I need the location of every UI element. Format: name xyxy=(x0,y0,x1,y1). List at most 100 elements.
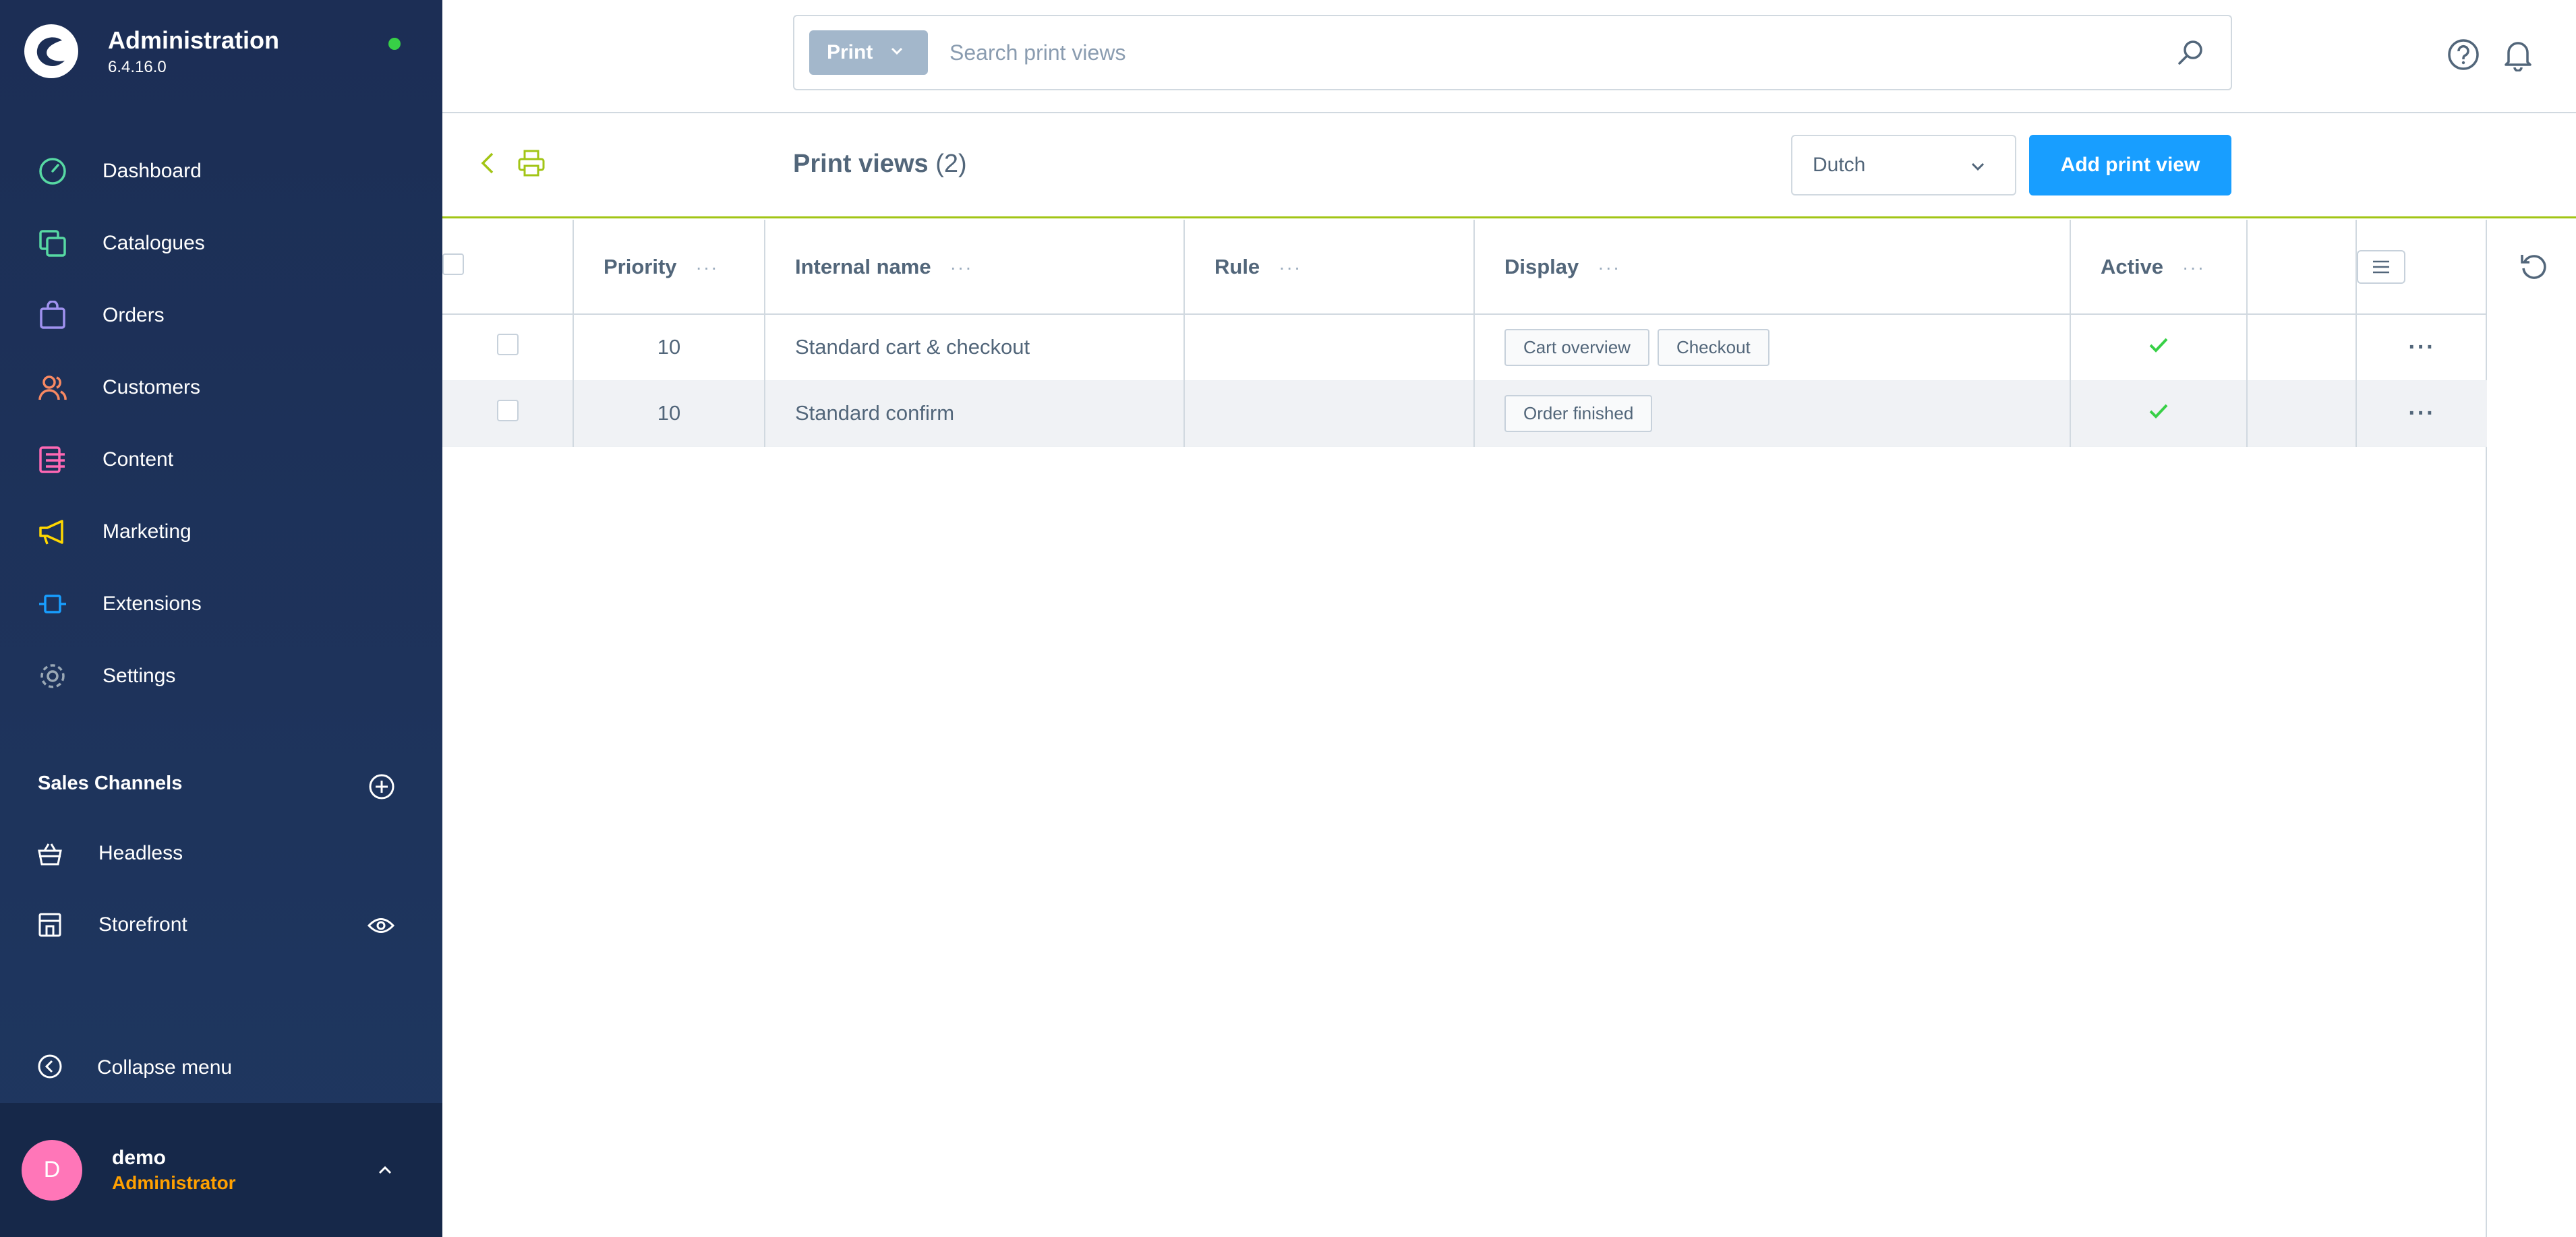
reset-icon[interactable] xyxy=(2518,251,2549,282)
sidebar-item-settings[interactable]: Settings xyxy=(0,640,442,712)
display-tag: Checkout xyxy=(1657,328,1769,366)
active-cell xyxy=(2070,314,2248,381)
column-header-internal-name[interactable]: Internal name ··· xyxy=(765,220,1185,315)
column-label: Priority xyxy=(604,254,677,278)
priority-cell: 10 xyxy=(573,314,765,381)
row-select-cell xyxy=(442,314,574,381)
column-header-active[interactable]: Active ··· xyxy=(2070,220,2248,315)
row-actions-cell: ··· xyxy=(2356,380,2487,447)
brand: Administration 6.4.16.0 xyxy=(24,24,279,78)
catalogue-icon xyxy=(36,227,69,260)
collapse-menu-label: Collapse menu xyxy=(97,1056,233,1079)
sidebar-item-label: Settings xyxy=(103,664,176,687)
language-select-value: Dutch xyxy=(1813,154,1866,176)
select-all-checkbox[interactable] xyxy=(442,253,464,275)
sidebar-item-content[interactable]: Content xyxy=(0,423,442,495)
context-menu-icon[interactable]: ··· xyxy=(2409,334,2436,360)
row-checkbox[interactable] xyxy=(496,400,519,421)
search-icon[interactable] xyxy=(2175,38,2205,67)
content-icon xyxy=(36,444,69,476)
sidebar-item-extensions[interactable]: Extensions xyxy=(0,568,442,640)
orders-icon xyxy=(36,299,69,332)
app-title: Administration xyxy=(108,26,280,54)
search-type-select[interactable]: Print xyxy=(809,30,928,75)
sidebar-item-customers[interactable]: Customers xyxy=(0,351,442,423)
dashboard-icon xyxy=(36,155,69,187)
sidebar-item-label: Marketing xyxy=(103,520,192,543)
help-icon[interactable] xyxy=(2447,38,2480,71)
active-cell xyxy=(2070,380,2248,447)
storefront-icon xyxy=(35,910,65,940)
sales-channel-headless[interactable]: Headless xyxy=(0,820,442,887)
row-select-cell xyxy=(442,380,574,447)
table-row[interactable]: 10 Standard cart & checkout Cart overvie… xyxy=(442,314,2487,381)
table-row[interactable]: 10 Standard confirm Order finished ··· xyxy=(442,380,2487,447)
empty-cell xyxy=(2247,380,2357,447)
column-menu-icon[interactable]: ··· xyxy=(1279,257,1301,278)
row-checkbox[interactable] xyxy=(496,334,519,356)
page-title-text: Print views xyxy=(793,150,929,178)
column-settings-cell xyxy=(2356,220,2487,315)
internal-name-cell[interactable]: Standard confirm xyxy=(765,380,1185,447)
back-arrow-icon[interactable] xyxy=(475,150,502,177)
rule-cell xyxy=(1184,380,1475,447)
sidebar-item-marketing[interactable]: Marketing xyxy=(0,495,442,568)
sidebar-item-catalogues[interactable]: Catalogues xyxy=(0,207,442,279)
chevron-up-icon[interactable] xyxy=(374,1159,396,1181)
page-title: Print views (2) xyxy=(793,150,967,179)
chevron-down-icon xyxy=(1968,156,1988,177)
search-input[interactable] xyxy=(949,40,2175,65)
smart-bar: Print views (2) Dutch Add print view xyxy=(442,115,2576,218)
main-navigation: Dashboard Catalogues Orders Customers Co… xyxy=(0,135,442,712)
sidebar-item-label: Dashboard xyxy=(103,159,202,182)
internal-name-cell[interactable]: Standard cart & checkout xyxy=(765,314,1185,381)
column-menu-icon[interactable]: ··· xyxy=(1598,257,1620,278)
admin-sidebar: Administration 6.4.16.0 Dashboard Catalo… xyxy=(0,0,442,1237)
sidebar-item-label: Catalogues xyxy=(103,231,205,254)
user-name: demo xyxy=(112,1146,167,1169)
chevron-down-icon xyxy=(889,41,905,64)
checkmark-icon xyxy=(2149,404,2168,419)
add-print-view-button[interactable]: Add print view xyxy=(2029,135,2231,195)
add-sales-channel-icon[interactable] xyxy=(368,773,396,801)
column-label: Display xyxy=(1504,254,1579,278)
select-all-cell xyxy=(442,220,574,315)
global-search: Print xyxy=(793,15,2232,90)
empty-cell xyxy=(2247,314,2357,381)
page-title-count: (2) xyxy=(935,150,967,178)
basket-icon xyxy=(35,839,65,868)
priority-cell: 10 xyxy=(573,380,765,447)
checkmark-icon xyxy=(2149,338,2168,353)
column-header-priority[interactable]: Priority ··· xyxy=(573,220,765,315)
shopware-logo-icon[interactable] xyxy=(24,24,78,78)
user-role: Administrator xyxy=(112,1172,236,1193)
column-menu-icon[interactable]: ··· xyxy=(2182,257,2205,278)
sales-channels-heading: Sales Channels xyxy=(38,773,183,794)
search-type-label: Print xyxy=(827,41,873,63)
column-header-rule[interactable]: Rule ··· xyxy=(1184,220,1475,315)
bell-icon[interactable] xyxy=(2500,36,2536,72)
top-bar: Print xyxy=(442,0,2576,113)
sidebar-item-label: Customers xyxy=(103,375,201,398)
column-settings-button[interactable] xyxy=(2357,249,2405,284)
settings-icon xyxy=(36,660,69,692)
avatar: D xyxy=(22,1139,82,1201)
display-cell: Cart overview Checkout xyxy=(1474,314,2071,381)
sidebar-item-dashboard[interactable]: Dashboard xyxy=(0,135,442,207)
user-panel[interactable]: D demo Administrator xyxy=(0,1103,442,1237)
column-menu-icon[interactable]: ··· xyxy=(950,257,973,278)
collapse-menu-button[interactable]: Collapse menu xyxy=(0,1034,442,1102)
language-switch[interactable]: Dutch xyxy=(1791,135,2016,195)
column-menu-icon[interactable]: ··· xyxy=(696,257,719,278)
print-views-grid: Priority ··· Internal name ··· Rule ··· Dis… xyxy=(442,220,2487,1237)
column-label: Internal name xyxy=(795,254,931,278)
context-menu-icon[interactable]: ··· xyxy=(2409,400,2436,426)
sidebar-item-orders[interactable]: Orders xyxy=(0,279,442,351)
column-header-display[interactable]: Display ··· xyxy=(1474,220,2071,315)
sales-channel-label: Storefront xyxy=(98,913,187,936)
extensions-icon xyxy=(36,588,69,620)
sidebar-item-label: Orders xyxy=(103,303,165,326)
rule-cell xyxy=(1184,314,1475,381)
eye-icon[interactable] xyxy=(367,914,395,937)
column-label: Rule xyxy=(1214,254,1260,278)
